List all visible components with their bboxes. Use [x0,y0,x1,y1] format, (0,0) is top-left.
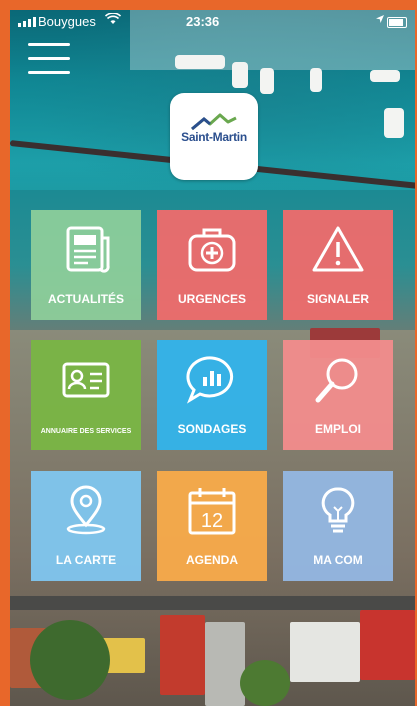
tile-label: EMPLOI [314,422,361,436]
tile-label: MA COM [313,553,363,567]
carrier-label: Bouygues [38,14,96,29]
logo-name: Saint-Martin [181,130,247,144]
boat [175,55,225,69]
logo-tagline [170,147,258,152]
roof [160,615,205,695]
signal-icon [18,17,36,27]
tile-urgences[interactable]: URGENCES [157,210,267,320]
status-bar: Bouygues 23:36 [10,10,415,34]
tile-label: URGENCES [177,292,246,306]
poll-chat-icon [157,354,267,410]
tile-agenda[interactable]: 12 AGENDA [157,471,267,581]
lightbulb-icon [283,485,393,541]
tile-label: SIGNALER [306,292,369,306]
roof [290,622,360,682]
tile-actualites[interactable]: ACTUALITÉS [31,210,141,320]
app-logo: Saint-Martin [170,93,258,180]
id-card-icon [31,354,141,410]
tile-la-carte[interactable]: LA CARTE [31,471,141,581]
warning-icon [283,224,393,280]
boat [370,70,400,82]
device-frame: Bouygues 23:36 Saint-Martin ACTUALITÉS U… [0,0,417,706]
road [10,596,415,610]
status-time: 23:36 [186,14,220,29]
boat [232,62,248,88]
app-screen: Bouygues 23:36 Saint-Martin ACTUALITÉS U… [10,10,415,706]
boat [310,68,322,92]
first-aid-kit-icon [157,224,267,280]
tile-label: ACTUALITÉS [48,292,124,306]
menu-bar [28,43,70,46]
tile-ma-com[interactable]: MA COM [283,471,393,581]
map-pin-icon [31,485,141,541]
tile-label: LA CARTE [55,553,117,567]
location-arrow-icon [375,14,385,27]
boat [384,108,404,138]
menu-bar [28,57,70,60]
newspaper-icon [31,224,141,280]
logo-hills-icon [191,113,237,131]
boat [260,68,274,94]
tile-signaler[interactable]: SIGNALER [283,210,393,320]
menu-button[interactable] [28,42,70,76]
menu-bar [28,71,70,74]
tile-label: SONDAGES [177,422,247,436]
calendar-day: 12 [201,510,223,532]
tile-label: AGENDA [185,553,238,567]
tile-annuaire[interactable]: ANNUAIRE DES SERVICES [31,340,141,450]
battery-icon [387,17,407,28]
calendar-icon: 12 [157,485,267,541]
tile-emploi[interactable]: EMPLOI [283,340,393,450]
roof [360,610,415,680]
tile-sondages[interactable]: SONDAGES [157,340,267,450]
roof [205,622,245,706]
tree [240,660,290,706]
magnifier-icon [283,354,393,410]
tree [30,620,110,700]
wifi-icon [104,12,122,28]
tile-label: ANNUAIRE DES SERVICES [40,428,132,435]
